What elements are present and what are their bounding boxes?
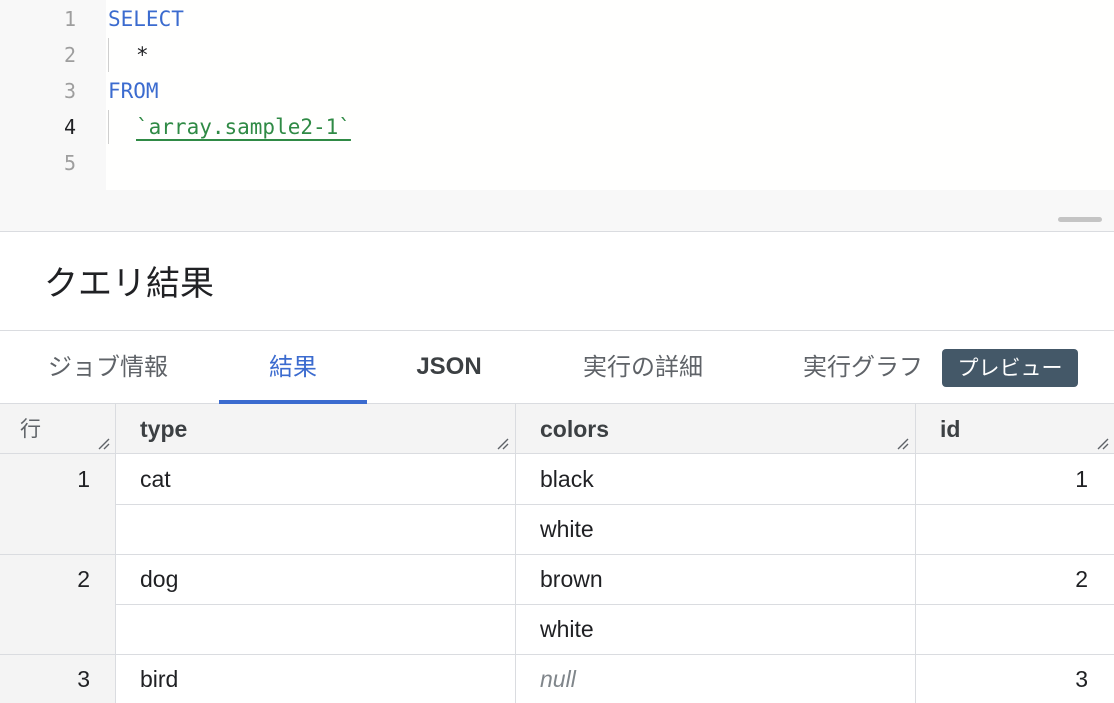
query-editor[interactable]: 1 2 3 4 5 SELECT * FROM `array.sample2-1…: [0, 0, 1114, 232]
code-line-4-table-reference[interactable]: `array.sample2-1`: [136, 109, 351, 145]
preview-badge: プレビュー: [942, 349, 1078, 387]
row-number: 2: [77, 566, 90, 592]
code-line-1[interactable]: SELECT: [108, 1, 184, 37]
column-resize-grip-icon[interactable]: [98, 438, 110, 450]
sub-row-divider: [116, 604, 1114, 605]
column-resize-grip-icon[interactable]: [897, 438, 909, 450]
line-number: 3: [63, 79, 76, 103]
cell-type[interactable]: bird: [140, 654, 178, 703]
line-number: 1: [63, 7, 76, 31]
code-line-2[interactable]: *: [136, 37, 149, 73]
header-colors[interactable]: colors: [540, 404, 609, 454]
indent-guide: [108, 110, 109, 144]
results-tabs: ジョブ情報 結果 JSON 実行の詳細 実行グラフ プレビュー: [0, 330, 1114, 404]
code-text-area[interactable]: [106, 0, 1114, 190]
row-number: 3: [77, 666, 90, 692]
cell-id[interactable]: 1: [916, 454, 1088, 504]
line-number: 5: [63, 151, 76, 175]
tab-execution-graph[interactable]: 実行グラフ: [788, 331, 938, 403]
cell-colors[interactable]: brown: [540, 554, 603, 604]
results-title: クエリ結果: [44, 264, 214, 304]
cell-colors[interactable]: white: [540, 504, 594, 554]
cell-colors-null[interactable]: null: [540, 654, 576, 703]
editor-resize-handle[interactable]: [1058, 217, 1102, 222]
line-number-gutter: 1 2 3 4 5: [0, 0, 106, 190]
header-row-number: 行: [20, 417, 41, 441]
sub-row-divider: [116, 504, 1114, 505]
cell-type[interactable]: cat: [140, 454, 171, 504]
tab-execution-details[interactable]: 実行の詳細: [560, 331, 726, 403]
cell-id[interactable]: 2: [916, 554, 1088, 604]
tab-results[interactable]: 結果: [219, 331, 367, 403]
tab-json[interactable]: JSON: [396, 331, 502, 403]
row-number: 1: [77, 466, 90, 492]
column-resize-grip-icon[interactable]: [1097, 438, 1109, 450]
table-header-row: 行 type colors id: [0, 404, 1114, 454]
cell-colors[interactable]: black: [540, 454, 594, 504]
header-type[interactable]: type: [140, 404, 187, 454]
results-table: 行 type colors id 1 cat black white 1 2 d…: [0, 404, 1114, 703]
code-line-3[interactable]: FROM: [108, 73, 159, 109]
cell-type[interactable]: dog: [140, 554, 178, 604]
tab-job-info[interactable]: ジョブ情報: [28, 331, 188, 403]
cell-id[interactable]: 3: [916, 654, 1088, 703]
header-id[interactable]: id: [940, 404, 960, 454]
line-number-active: 4: [63, 115, 76, 139]
column-resize-grip-icon[interactable]: [497, 438, 509, 450]
cell-colors[interactable]: white: [540, 604, 594, 654]
line-number: 2: [63, 43, 76, 67]
indent-guide: [108, 38, 109, 72]
